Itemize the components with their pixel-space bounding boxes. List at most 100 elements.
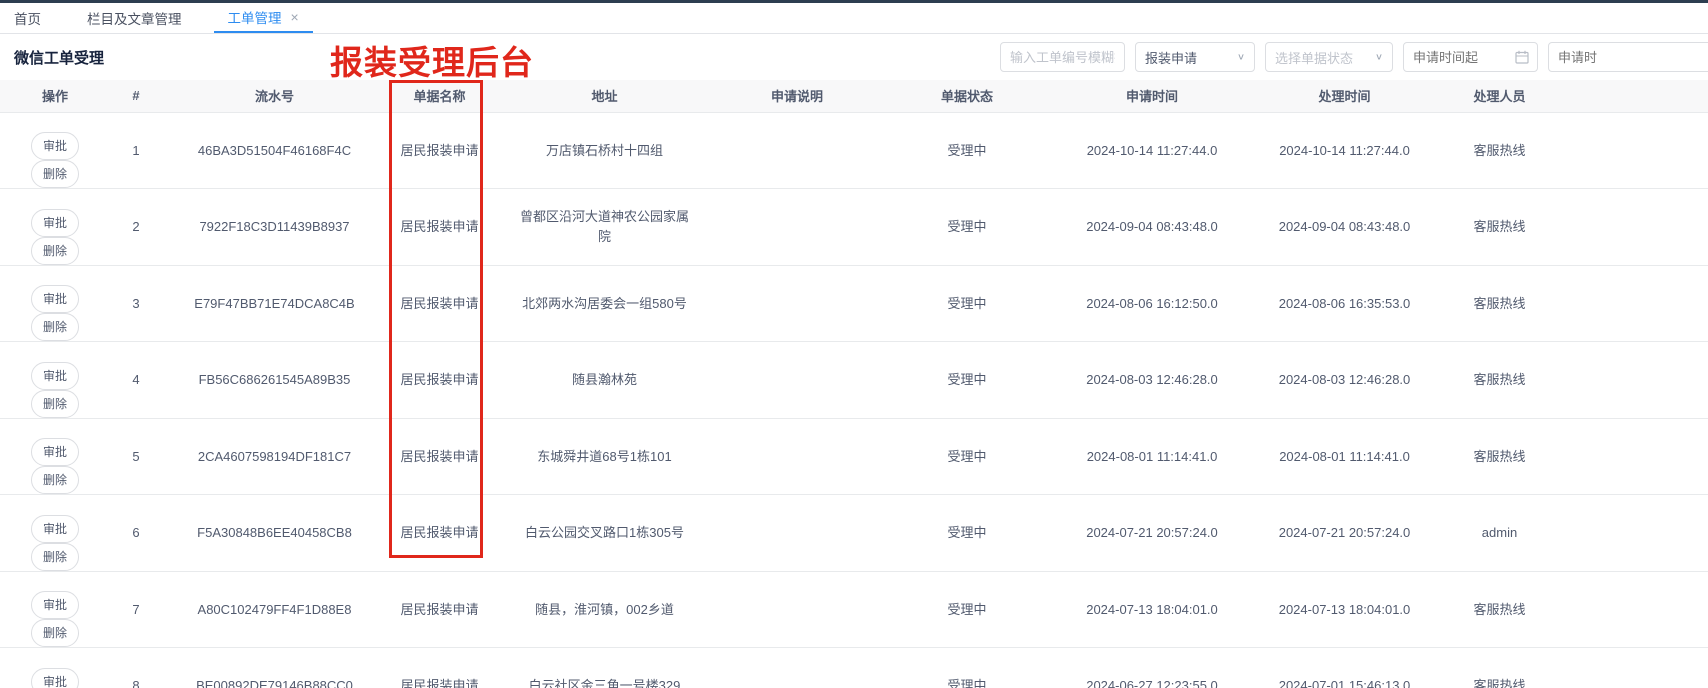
page-title: 微信工单受理 xyxy=(14,47,104,68)
column-header-actions: 操作 xyxy=(0,80,110,112)
table-row: 审批 删除 3 E79F47BB71E74DCA8C4B 居民报装申请 北郊两水… xyxy=(0,265,1708,342)
apply-time-cell: 2024-08-03 12:46:28.0 xyxy=(1057,342,1247,419)
column-header-description: 申请说明 xyxy=(717,80,877,112)
description-cell xyxy=(717,648,877,688)
tab-work-order-management[interactable]: 工单管理 × xyxy=(214,3,313,33)
apply-date-start-input[interactable] xyxy=(1413,43,1528,71)
column-header-spacer xyxy=(1557,80,1708,112)
serial-cell: 46BA3D51504F46168F4C xyxy=(162,112,387,189)
description-cell xyxy=(717,342,877,419)
table-row: 审批 删除 6 F5A30848B6EE40458CB8 居民报装申请 白云公园… xyxy=(0,495,1708,572)
doc-name-cell: 居民报装申请 xyxy=(387,571,492,648)
work-order-table-body: 审批 删除 1 46BA3D51504F46168F4C 居民报装申请 万店镇石… xyxy=(0,112,1708,688)
table-row: 审批 删除 5 2CA4607598194DF181C7 居民报装申请 东城舜井… xyxy=(0,418,1708,495)
approve-button[interactable]: 审批 xyxy=(31,515,79,543)
approve-button[interactable]: 审批 xyxy=(31,591,79,619)
chevron-down-icon: ∨ xyxy=(1237,53,1245,62)
document-type-select[interactable]: 报装申请 ∨ xyxy=(1135,42,1255,72)
table-row: 审批 删除 7 A80C102479FF4F1D88E8 居民报装申请 随县，淮… xyxy=(0,571,1708,648)
actions-cell: 审批 删除 xyxy=(0,265,110,342)
approve-button[interactable]: 审批 xyxy=(31,132,79,160)
tab-label: 首页 xyxy=(14,8,41,28)
close-icon[interactable]: × xyxy=(291,10,299,24)
actions-cell: 审批 删除 xyxy=(0,418,110,495)
address-cell: 曾都区沿河大道神农公园家属 院 xyxy=(492,189,717,266)
actions-cell: 审批 删除 xyxy=(0,342,110,419)
serial-cell: 2CA4607598194DF181C7 xyxy=(162,418,387,495)
process-time-cell: 2024-07-13 18:04:01.0 xyxy=(1247,571,1442,648)
delete-button[interactable]: 删除 xyxy=(31,390,79,418)
index-cell: 1 xyxy=(110,112,162,189)
index-cell: 3 xyxy=(110,265,162,342)
tab-articles-management[interactable]: 栏目及文章管理 xyxy=(73,3,196,33)
handler-cell: 客服热线 xyxy=(1442,112,1557,189)
apply-time-cell: 2024-07-21 20:57:24.0 xyxy=(1057,495,1247,572)
column-header-handler: 处理人员 xyxy=(1442,80,1557,112)
delete-button[interactable]: 删除 xyxy=(31,466,79,494)
doc-name-cell: 居民报装申请 xyxy=(387,342,492,419)
toolbar: 微信工单受理 报装申请 ∨ 选择单据状态 ∨ xyxy=(0,34,1708,80)
handler-cell: admin xyxy=(1442,495,1557,572)
chevron-down-icon: ∨ xyxy=(1375,53,1383,62)
calendar-icon xyxy=(1515,50,1529,64)
actions-cell: 审批 删除 xyxy=(0,189,110,266)
apply-date-start-picker[interactable] xyxy=(1403,42,1538,72)
actions-cell: 审批 删除 xyxy=(0,648,110,688)
approve-button[interactable]: 审批 xyxy=(31,285,79,313)
apply-time-cell: 2024-08-01 11:14:41.0 xyxy=(1057,418,1247,495)
description-cell xyxy=(717,418,877,495)
status-cell: 受理中 xyxy=(877,189,1057,266)
index-cell: 2 xyxy=(110,189,162,266)
handler-cell: 客服热线 xyxy=(1442,342,1557,419)
approve-button[interactable]: 审批 xyxy=(31,362,79,390)
column-header-address: 地址 xyxy=(492,80,717,112)
status-cell: 受理中 xyxy=(877,648,1057,688)
column-header-process-time: 处理时间 xyxy=(1247,80,1442,112)
delete-button[interactable]: 删除 xyxy=(31,619,79,647)
table-header-row: 操作 # 流水号 单据名称 地址 申请说明 单据状态 申请时间 处理时间 处理人… xyxy=(0,80,1708,112)
actions-cell: 审批 删除 xyxy=(0,112,110,189)
apply-date-end-picker[interactable] xyxy=(1548,42,1708,72)
filter-bar: 报装申请 ∨ 选择单据状态 ∨ xyxy=(1000,42,1708,72)
serial-cell: 7922F18C3D11439B8937 xyxy=(162,189,387,266)
handler-cell: 客服热线 xyxy=(1442,648,1557,688)
description-cell xyxy=(717,265,877,342)
status-cell: 受理中 xyxy=(877,495,1057,572)
address-cell: 万店镇石桥村十四组 xyxy=(492,112,717,189)
spacer-cell xyxy=(1557,495,1708,572)
delete-button[interactable]: 删除 xyxy=(31,313,79,341)
delete-button[interactable]: 删除 xyxy=(31,543,79,571)
apply-time-cell: 2024-06-27 12:23:55.0 xyxy=(1057,648,1247,688)
description-cell xyxy=(717,112,877,189)
order-number-search-input[interactable] xyxy=(1000,42,1125,72)
delete-button[interactable]: 删除 xyxy=(31,160,79,188)
description-cell xyxy=(717,571,877,648)
handler-cell: 客服热线 xyxy=(1442,418,1557,495)
doc-name-cell: 居民报装申请 xyxy=(387,648,492,688)
app-window: 首页 栏目及文章管理 工单管理 × 微信工单受理 报装申请 ∨ 选择单据状态 ∨ xyxy=(0,0,1708,688)
spacer-cell xyxy=(1557,189,1708,266)
tab-home[interactable]: 首页 xyxy=(14,3,55,33)
column-header-status: 单据状态 xyxy=(877,80,1057,112)
apply-date-end-input[interactable] xyxy=(1558,43,1708,71)
status-cell: 受理中 xyxy=(877,112,1057,189)
status-cell: 受理中 xyxy=(877,265,1057,342)
actions-cell: 审批 删除 xyxy=(0,495,110,572)
serial-cell: A80C102479FF4F1D88E8 xyxy=(162,571,387,648)
index-cell: 4 xyxy=(110,342,162,419)
index-cell: 7 xyxy=(110,571,162,648)
delete-button[interactable]: 删除 xyxy=(31,237,79,265)
approve-button[interactable]: 审批 xyxy=(31,209,79,237)
document-status-select[interactable]: 选择单据状态 ∨ xyxy=(1265,42,1393,72)
index-cell: 8 xyxy=(110,648,162,688)
approve-button[interactable]: 审批 xyxy=(31,438,79,466)
column-header-doc-name: 单据名称 xyxy=(387,80,492,112)
address-cell: 白云社区金三角一号楼329 xyxy=(492,648,717,688)
approve-button[interactable]: 审批 xyxy=(31,668,79,688)
work-order-table: 操作 # 流水号 单据名称 地址 申请说明 单据状态 申请时间 处理时间 处理人… xyxy=(0,80,1708,688)
process-time-cell: 2024-09-04 08:43:48.0 xyxy=(1247,189,1442,266)
doc-name-cell: 居民报装申请 xyxy=(387,112,492,189)
process-time-cell: 2024-08-01 11:14:41.0 xyxy=(1247,418,1442,495)
apply-time-cell: 2024-08-06 16:12:50.0 xyxy=(1057,265,1247,342)
table-row: 审批 删除 2 7922F18C3D11439B8937 居民报装申请 曾都区沿… xyxy=(0,189,1708,266)
